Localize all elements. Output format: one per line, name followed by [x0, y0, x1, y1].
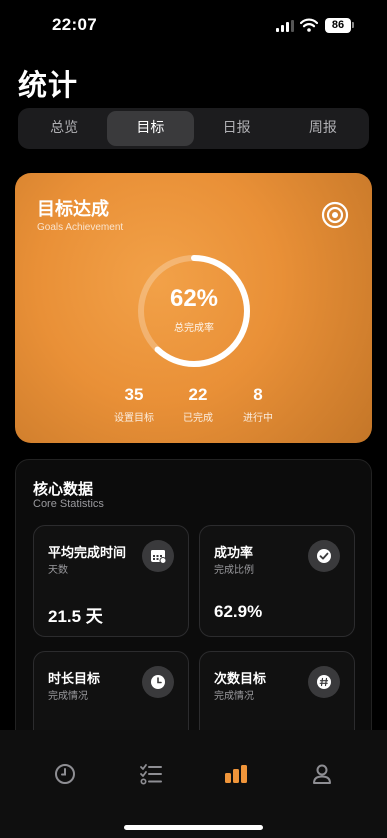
stat-label: 设置目标 — [114, 413, 154, 424]
tile-title: 时长目标 — [48, 672, 101, 687]
tile-title: 成功率 — [214, 546, 254, 561]
cellular-signal-icon — [276, 20, 294, 32]
tile-subtitle: 完成情况 — [214, 691, 254, 702]
bar-chart-icon[interactable] — [224, 762, 248, 786]
progress-value: 62% — [169, 285, 219, 312]
stat-value: 8 — [253, 385, 263, 404]
tile-value: 21.5 天 — [48, 607, 103, 626]
tile-title: 次数目标 — [214, 672, 267, 687]
checkmark-icon — [308, 540, 340, 572]
progress-label: 总完成率 — [174, 323, 214, 334]
goals-achievement-card: 目标达成 Goals Achievement 62% 总完成率 35 设置目标 … — [15, 173, 372, 443]
battery-tip — [352, 22, 354, 28]
person-icon[interactable] — [310, 762, 334, 786]
tab-overview[interactable]: 总览 — [21, 111, 107, 146]
status-time: 22:07 — [52, 15, 97, 34]
tile-success-rate[interactable]: 成功率 完成比例 62.9% — [199, 525, 355, 637]
stat-in-progress: 8 进行中 — [223, 385, 293, 424]
calendar-icon — [142, 540, 174, 572]
goal-card-title: 目标达成 — [37, 199, 109, 220]
tile-value: 62.9% — [214, 602, 263, 621]
clock-icon — [142, 666, 174, 698]
tile-title: 平均完成时间 — [48, 546, 127, 561]
tab-weekly[interactable]: 周报 — [280, 111, 366, 146]
clock-icon[interactable] — [53, 762, 77, 786]
stat-value: 35 — [124, 385, 144, 404]
battery-level: 86 — [325, 18, 351, 33]
tile-subtitle: 完成情况 — [48, 691, 88, 702]
tab-daily[interactable]: 日报 — [194, 111, 280, 146]
target-icon[interactable] — [321, 201, 349, 229]
core-statistics-card: 核心数据 Core Statistics 平均完成时间 天数 21.5 天 成功… — [15, 459, 372, 759]
core-card-subtitle: Core Statistics — [33, 498, 104, 510]
tile-average-completion-time[interactable]: 平均完成时间 天数 21.5 天 — [33, 525, 189, 637]
wifi-icon — [300, 18, 318, 32]
tile-subtitle: 完成比例 — [214, 565, 254, 576]
tile-subtitle: 天数 — [48, 565, 68, 576]
checklist-icon[interactable] — [139, 762, 163, 786]
bottom-tab-bar — [0, 730, 387, 838]
tab-goals[interactable]: 目标 — [107, 111, 194, 146]
stat-set-goals: 35 设置目标 — [99, 385, 169, 424]
page-title: 统计 — [18, 68, 79, 102]
status-bar: 22:07 86 — [0, 0, 387, 52]
stat-label: 进行中 — [243, 413, 273, 424]
hashtag-icon — [308, 666, 340, 698]
goal-card-subtitle: Goals Achievement — [37, 222, 124, 233]
core-card-title: 核心数据 — [33, 480, 94, 498]
segmented-tabs: 总览 目标 日报 周报 — [18, 108, 369, 149]
home-indicator — [124, 825, 263, 830]
